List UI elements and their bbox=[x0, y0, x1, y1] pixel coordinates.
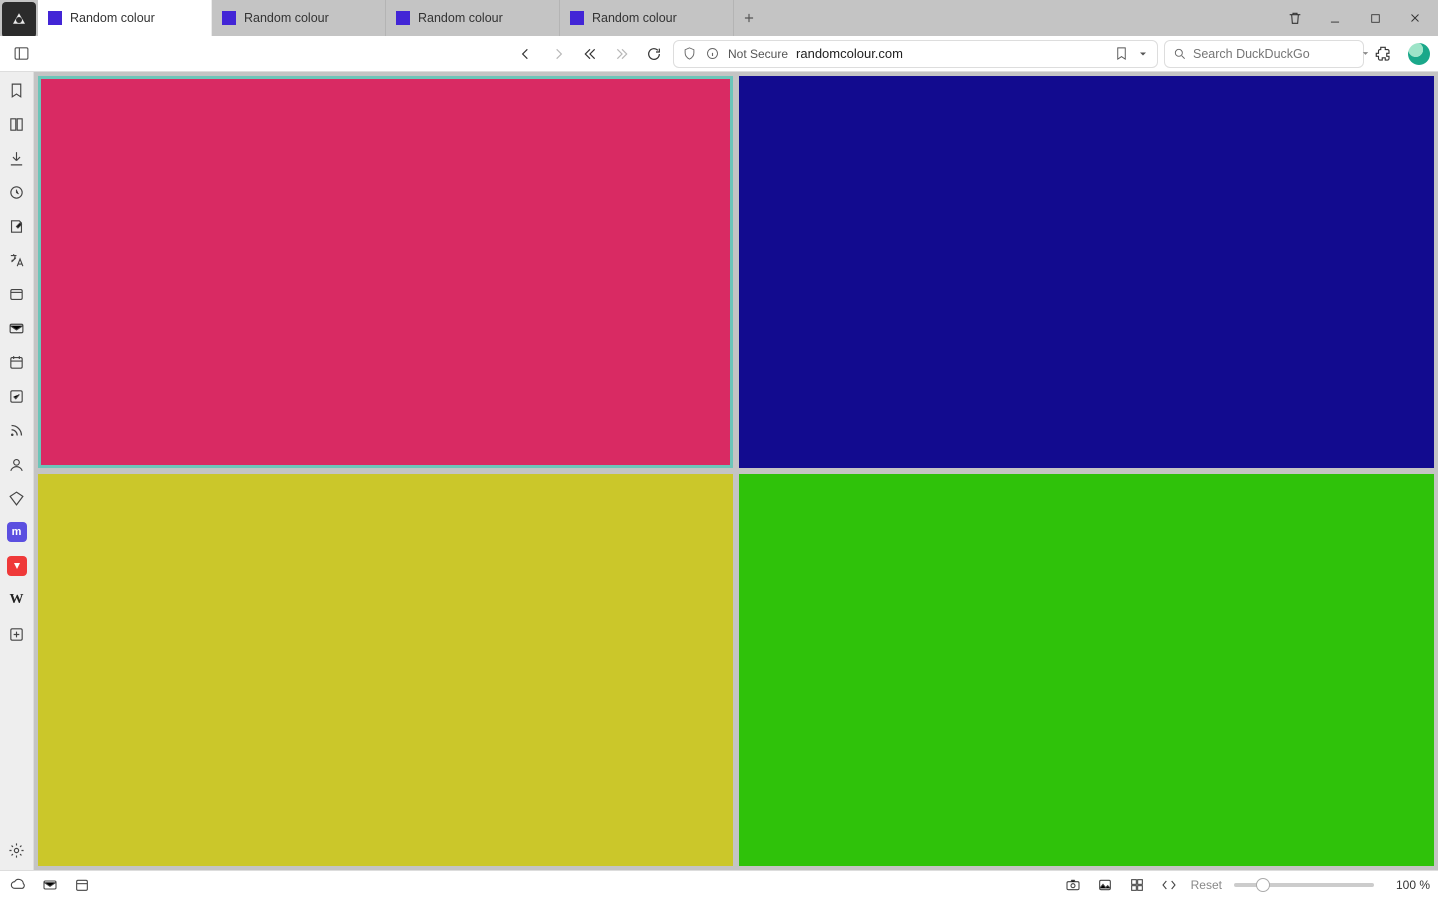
side-panel: m W bbox=[0, 72, 34, 870]
sessions-panel-icon[interactable] bbox=[7, 488, 27, 508]
mail-panel-icon[interactable] bbox=[7, 318, 27, 338]
tiled-content bbox=[34, 72, 1438, 870]
new-tab-button[interactable] bbox=[734, 0, 764, 36]
favicon-icon bbox=[48, 11, 62, 25]
trash-tabs-button[interactable] bbox=[1286, 9, 1304, 27]
extensions-button[interactable] bbox=[1370, 41, 1396, 67]
panel-toggle-button[interactable] bbox=[8, 41, 34, 67]
favicon-icon bbox=[222, 11, 236, 25]
browser-window: Random colour Random colour Random colou… bbox=[0, 0, 1438, 898]
page-tiling-icon[interactable] bbox=[1127, 875, 1147, 895]
vivaldi-menu-button[interactable] bbox=[2, 2, 36, 38]
tab-title: Random colour bbox=[70, 11, 155, 25]
profile-avatar[interactable] bbox=[1408, 43, 1430, 65]
add-panel-button[interactable] bbox=[7, 624, 27, 644]
close-window-button[interactable] bbox=[1406, 9, 1424, 27]
tab-title: Random colour bbox=[592, 11, 677, 25]
shield-icon bbox=[682, 46, 697, 61]
tab-3[interactable]: Random colour bbox=[560, 0, 734, 36]
back-button[interactable] bbox=[513, 41, 539, 67]
calendar-status-icon[interactable] bbox=[72, 875, 92, 895]
window-controls bbox=[1272, 0, 1438, 36]
address-bar: Not Secure bbox=[0, 36, 1438, 72]
tab-2[interactable]: Random colour bbox=[386, 0, 560, 36]
search-box[interactable] bbox=[1164, 40, 1364, 68]
url-box[interactable]: Not Secure bbox=[673, 40, 1158, 68]
downloads-icon[interactable] bbox=[7, 148, 27, 168]
tab-strip: Random colour Random colour Random colou… bbox=[0, 0, 1438, 36]
search-icon bbox=[1173, 47, 1187, 61]
window-panel-icon[interactable] bbox=[7, 284, 27, 304]
zoom-slider[interactable] bbox=[1234, 883, 1374, 887]
tile-top-right[interactable] bbox=[739, 76, 1434, 468]
zoom-reset-button[interactable]: Reset bbox=[1191, 878, 1222, 892]
mastodon-panel-icon[interactable]: m bbox=[7, 522, 27, 542]
url-input[interactable] bbox=[796, 46, 1106, 61]
reading-list-icon[interactable] bbox=[7, 114, 27, 134]
tabstrip-spacer bbox=[764, 0, 1272, 36]
capture-page-icon[interactable] bbox=[1063, 875, 1083, 895]
bookmarks-icon[interactable] bbox=[7, 80, 27, 100]
calendar-panel-icon[interactable] bbox=[7, 352, 27, 372]
rewind-button[interactable] bbox=[577, 41, 603, 67]
settings-icon[interactable] bbox=[7, 840, 27, 860]
images-toggle-icon[interactable] bbox=[1095, 875, 1115, 895]
forward-button[interactable] bbox=[545, 41, 571, 67]
feeds-panel-icon[interactable] bbox=[7, 420, 27, 440]
bookmark-button[interactable] bbox=[1114, 46, 1129, 61]
search-input[interactable] bbox=[1193, 47, 1354, 61]
sync-status-icon[interactable] bbox=[8, 875, 28, 895]
minimize-button[interactable] bbox=[1326, 9, 1344, 27]
vivaldi-panel-icon[interactable] bbox=[7, 556, 27, 576]
tile-bottom-left[interactable] bbox=[38, 474, 733, 866]
tab-title: Random colour bbox=[418, 11, 503, 25]
translate-icon[interactable] bbox=[7, 250, 27, 270]
notes-icon[interactable] bbox=[7, 216, 27, 236]
tile-top-left[interactable] bbox=[38, 76, 733, 468]
zoom-slider-thumb[interactable] bbox=[1256, 878, 1270, 892]
tab-1[interactable]: Random colour bbox=[212, 0, 386, 36]
page-actions-icon[interactable] bbox=[1159, 875, 1179, 895]
favicon-icon bbox=[570, 11, 584, 25]
mail-status-icon[interactable] bbox=[40, 875, 60, 895]
security-label: Not Secure bbox=[728, 47, 788, 61]
history-icon[interactable] bbox=[7, 182, 27, 202]
body-area: m W bbox=[0, 72, 1438, 870]
fast-forward-button[interactable] bbox=[609, 41, 635, 67]
tab-title: Random colour bbox=[244, 11, 329, 25]
tile-bottom-right[interactable] bbox=[739, 474, 1434, 866]
wikipedia-panel-icon[interactable]: W bbox=[7, 590, 27, 610]
contacts-panel-icon[interactable] bbox=[7, 454, 27, 474]
reload-button[interactable] bbox=[641, 41, 667, 67]
tab-0[interactable]: Random colour bbox=[38, 0, 212, 36]
maximize-button[interactable] bbox=[1366, 9, 1384, 27]
status-bar: Reset 100 % bbox=[0, 870, 1438, 898]
favicon-icon bbox=[396, 11, 410, 25]
bookmark-dropdown-icon[interactable] bbox=[1137, 48, 1149, 60]
tasks-panel-icon[interactable] bbox=[7, 386, 27, 406]
zoom-value: 100 % bbox=[1386, 878, 1430, 892]
info-icon[interactable] bbox=[705, 46, 720, 61]
